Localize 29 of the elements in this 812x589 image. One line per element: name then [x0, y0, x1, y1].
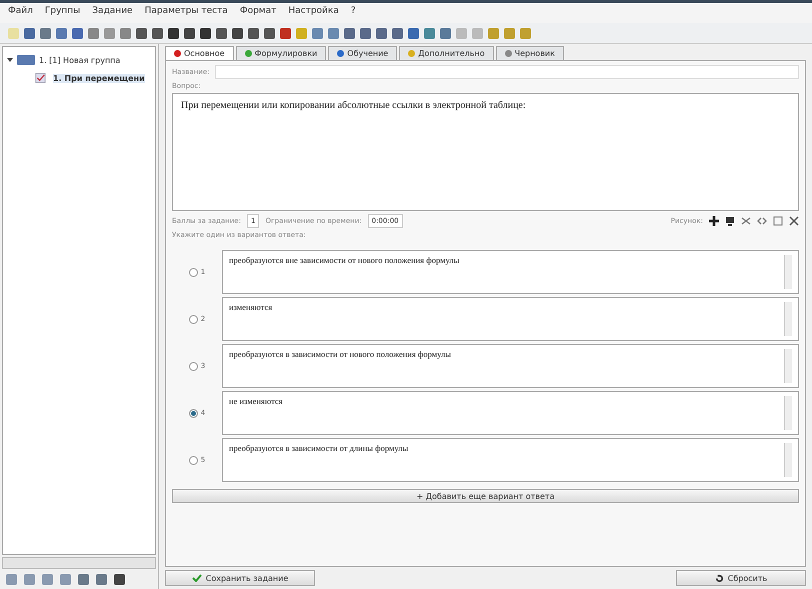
- tab[interactable]: Формулировки: [236, 46, 326, 60]
- save-button[interactable]: Сохранить задание: [165, 570, 315, 586]
- answer-field[interactable]: преобразуются в зависимости от нового положения формулы: [222, 344, 799, 388]
- menu-item[interactable]: Настройка: [288, 6, 339, 20]
- answer-field[interactable]: преобразуются вне зависимости от нового положения формулы: [222, 250, 799, 294]
- tab[interactable]: Основное: [165, 46, 234, 60]
- answer-text: преобразуются в зависимости от длины формулы: [229, 443, 408, 455]
- answer-field[interactable]: преобразуются в зависимости от длины формулы: [222, 438, 799, 482]
- menu-item[interactable]: Группы: [44, 6, 80, 20]
- tab[interactable]: Черновик: [496, 46, 564, 60]
- question-text: При перемещении или копировании абсолютные ссылки в электронной таблице:: [181, 100, 526, 111]
- menu-item[interactable]: ?: [350, 6, 356, 20]
- answer-text: преобразуются вне зависимости от нового положения формулы: [229, 255, 460, 267]
- menu-item[interactable]: Параметры теста: [144, 6, 228, 20]
- answer-text: изменяются: [229, 302, 272, 314]
- answer-text: не изменяются: [229, 396, 283, 408]
- answer-field[interactable]: не изменяются: [222, 391, 799, 435]
- answer-text: преобразуются в зависимости от нового положения формулы: [229, 349, 451, 361]
- tab[interactable]: Дополнительно: [399, 46, 494, 60]
- answer-field[interactable]: изменяются: [222, 297, 799, 341]
- tree-item[interactable]: 1. [1] Новая группа: [39, 56, 120, 64]
- tab[interactable]: Обучение: [328, 46, 398, 60]
- question-field[interactable]: При перемещении или копировании абсолютные ссылки в электронной таблице:: [172, 93, 799, 211]
- add-answer-button[interactable]: + Добавить еще вариант ответа: [172, 489, 799, 503]
- tree-item[interactable]: 1. При перемещени: [53, 74, 145, 82]
- menu-item[interactable]: Задание: [92, 6, 133, 20]
- menu-item[interactable]: Файл: [8, 6, 33, 20]
- reset-button[interactable]: Сбросить: [676, 570, 806, 586]
- menu-item[interactable]: Формат: [240, 6, 276, 20]
